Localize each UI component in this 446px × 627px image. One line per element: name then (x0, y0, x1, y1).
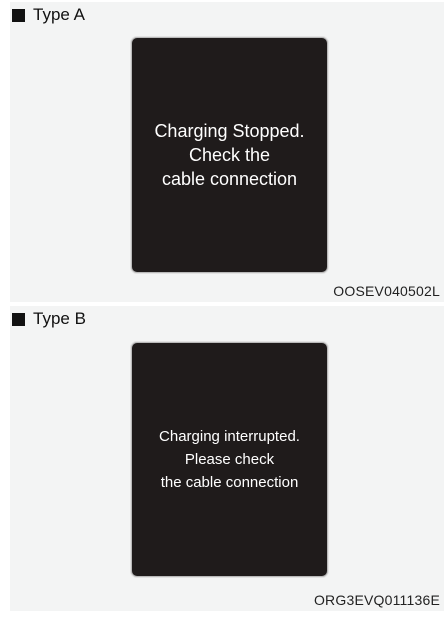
message-line: Check the (188, 145, 271, 165)
image-code: ORG3EVQ011136E (313, 592, 440, 608)
display-screen: Charging Stopped. Check the cable connec… (131, 37, 328, 273)
display-message: Charging Stopped. Check the cable connec… (154, 119, 304, 191)
message-line: Charging interrupted. (159, 428, 300, 445)
type-label: Type A (33, 5, 85, 24)
image-code: OOSEV040502L (333, 283, 440, 299)
display-screen: Charging interrupted. Please check the c… (131, 342, 328, 577)
message-line: the cable connection (160, 474, 299, 491)
message-line: cable connection (161, 169, 298, 189)
square-bullet-icon (12, 8, 25, 22)
type-label: Type B (33, 309, 86, 328)
message-line: Please check (184, 451, 275, 468)
message-line: Charging Stopped. (154, 121, 305, 141)
type-heading: Type B (12, 309, 86, 329)
type-heading: Type A (12, 5, 85, 25)
figure-type-b: Type B Charging interrupted. Please chec… (10, 306, 444, 611)
display-message: Charging interrupted. Please check the c… (159, 425, 300, 494)
figure-type-a: Type A Charging Stopped. Check the cable… (10, 2, 444, 302)
square-bullet-icon (12, 312, 25, 326)
